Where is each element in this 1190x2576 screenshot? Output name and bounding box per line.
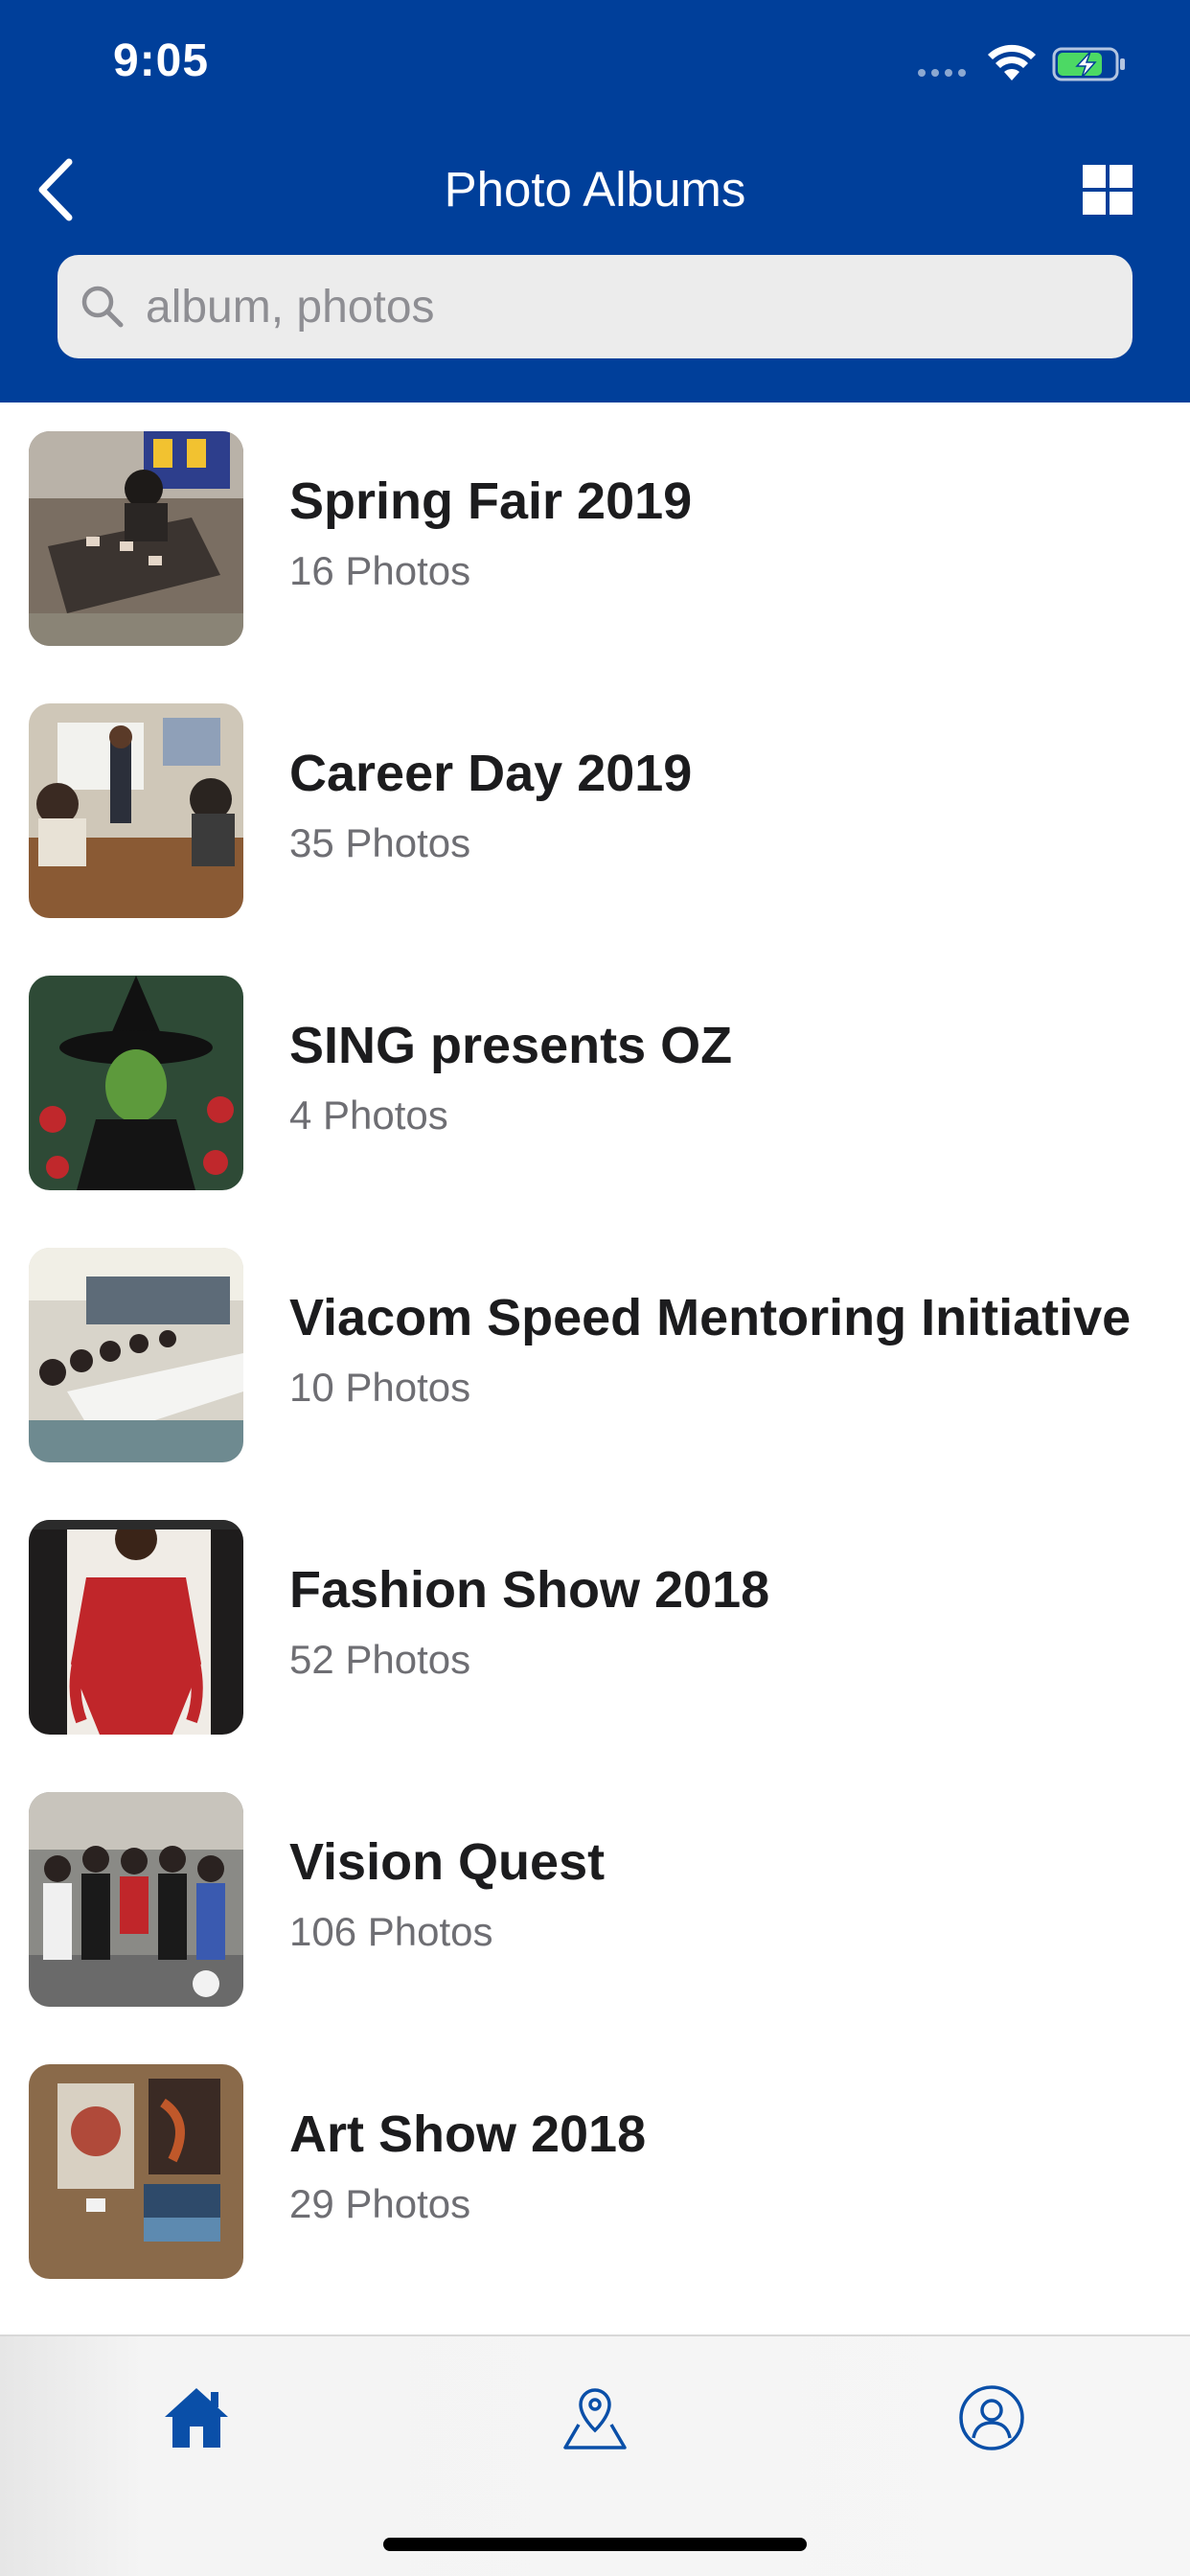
cellular-signal-icon [918,69,966,77]
grid-view-icon [1083,165,1133,215]
tab-map[interactable] [552,2375,638,2461]
tab-profile[interactable] [949,2375,1035,2461]
battery-icon [1052,47,1125,81]
album-row-art-show-2018[interactable]: Art Show 2018 29 Photos [0,2036,1190,2308]
photo-albums-screen: 9:05 Photo Albums album, photos Spring F… [0,0,1190,2576]
album-title: Fashion Show 2018 [289,1561,770,1619]
tab-home[interactable] [153,2375,240,2461]
album-row-viacom-speed-mentoring[interactable]: Viacom Speed Mentoring Initiative 10 Pho… [0,1219,1190,1491]
album-photo-count: 10 Photos [289,1365,471,1410]
chevron-left-icon [38,158,73,221]
header: 9:05 Photo Albums [0,0,1190,402]
album-thumbnail [29,431,243,646]
album-title: Vision Quest [289,1833,606,1891]
album-title: Viacom Speed Mentoring Initiative [289,1289,1132,1346]
album-row-spring-fair-2019[interactable]: Spring Fair 2019 16 Photos [0,402,1190,675]
album-list: Spring Fair 2019 16 Photos Career Day 20… [0,402,1190,2279]
page-title: Photo Albums [444,162,746,217]
album-row-vision-quest[interactable]: Vision Quest 106 Photos [0,1763,1190,2036]
album-row-sing-presents-oz[interactable]: SING presents OZ 4 Photos [0,947,1190,1219]
map-pin-icon [563,2388,627,2450]
search-input[interactable] [144,279,1087,334]
album-photo-count: 4 Photos [289,1092,448,1138]
album-photo-count: 106 Photos [289,1909,493,1954]
album-thumbnail [29,2064,243,2279]
album-thumbnail [29,1248,243,1462]
profile-icon [959,2385,1024,2450]
album-row-career-day-2019[interactable]: Career Day 2019 35 Photos [0,675,1190,947]
back-button[interactable] [27,155,84,224]
wifi-icon [988,44,1036,80]
album-title: SING presents OZ [289,1017,733,1074]
album-thumbnail [29,976,243,1190]
grid-view-button[interactable] [1081,163,1134,217]
home-icon [165,2388,228,2448]
status-time: 9:05 [113,35,210,86]
album-title: Art Show 2018 [289,2105,647,2163]
album-photo-count: 35 Photos [289,820,471,865]
album-title: Spring Fair 2019 [289,472,693,530]
search-icon [81,286,124,328]
album-title: Career Day 2019 [289,745,693,802]
album-thumbnail [29,1520,243,1735]
album-photo-count: 29 Photos [289,2181,471,2226]
album-thumbnail [29,703,243,918]
album-thumbnail [29,1792,243,2007]
album-row-fashion-show-2018[interactable]: Fashion Show 2018 52 Photos [0,1491,1190,1763]
album-photo-count: 52 Photos [289,1637,471,1682]
search-bar[interactable] [57,255,1133,358]
album-photo-count: 16 Photos [289,548,471,593]
home-indicator[interactable] [383,2538,807,2551]
